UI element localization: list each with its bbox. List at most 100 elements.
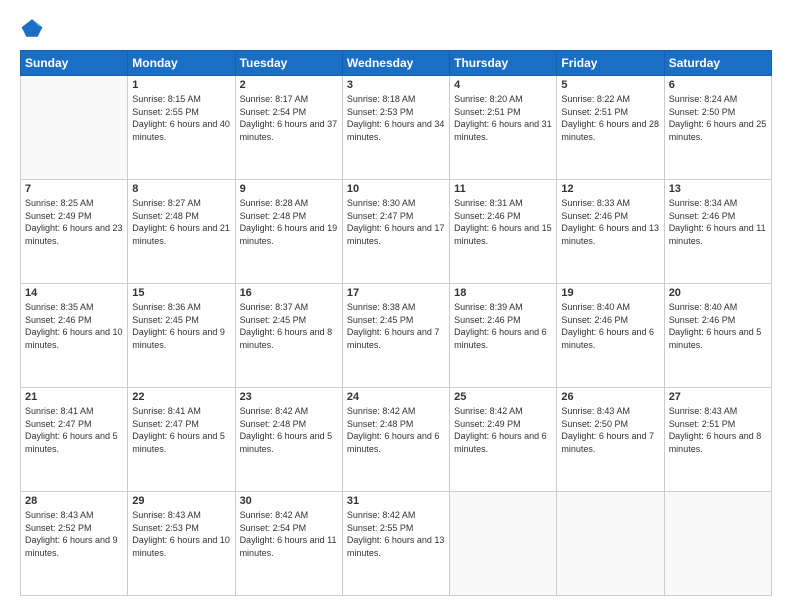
day-info: Sunrise: 8:41 AMSunset: 2:47 PMDaylight:… [132, 405, 230, 455]
day-number: 2 [240, 79, 338, 91]
weekday-header-sunday: Sunday [21, 51, 128, 76]
day-number: 18 [454, 287, 552, 299]
day-number: 7 [25, 183, 123, 195]
day-info: Sunrise: 8:17 AMSunset: 2:54 PMDaylight:… [240, 93, 338, 143]
day-number: 1 [132, 79, 230, 91]
day-info: Sunrise: 8:31 AMSunset: 2:46 PMDaylight:… [454, 197, 552, 247]
day-cell: 17 Sunrise: 8:38 AMSunset: 2:45 PMDayligh… [342, 284, 449, 388]
day-info: Sunrise: 8:43 AMSunset: 2:50 PMDaylight:… [561, 405, 659, 455]
day-info: Sunrise: 8:43 AMSunset: 2:52 PMDaylight:… [25, 509, 123, 559]
page: SundayMondayTuesdayWednesdayThursdayFrid… [0, 0, 792, 612]
week-row-3: 14Sunrise: 8:35 AMSunset: 2:46 PMDayligh… [21, 284, 772, 388]
day-number: 24 [347, 391, 445, 403]
day-number: 28 [25, 495, 123, 507]
weekday-header-monday: Monday [128, 51, 235, 76]
day-cell: 9 Sunrise: 8:28 AMSunset: 2:48 PMDaylight… [235, 180, 342, 284]
day-info: Sunrise: 8:42 AMSunset: 2:55 PMDaylight:… [347, 509, 445, 559]
day-cell: 16 Sunrise: 8:37 AMSunset: 2:45 PMDayligh… [235, 284, 342, 388]
day-info: Sunrise: 8:43 AMSunset: 2:51 PMDaylight:… [669, 405, 767, 455]
day-number: 10 [347, 183, 445, 195]
day-info: Sunrise: 8:33 AMSunset: 2:46 PMDaylight:… [561, 197, 659, 247]
day-cell [450, 492, 557, 596]
day-number: 12 [561, 183, 659, 195]
weekday-header-saturday: Saturday [664, 51, 771, 76]
day-info: Sunrise: 8:25 AMSunset: 2:49 PMDaylight:… [25, 197, 123, 247]
day-number: 26 [561, 391, 659, 403]
day-cell: 18 Sunrise: 8:39 AMSunset: 2:46 PMDayligh… [450, 284, 557, 388]
day-number: 15 [132, 287, 230, 299]
day-cell: 5Sunrise: 8:22 AMSunset: 2:51 PMDaylight… [557, 76, 664, 180]
day-cell: 23 Sunrise: 8:42 AMSunset: 2:48 PMDayligh… [235, 388, 342, 492]
day-number: 13 [669, 183, 767, 195]
day-info: Sunrise: 8:36 AMSunset: 2:45 PMDaylight:… [132, 301, 230, 351]
day-info: Sunrise: 8:41 AMSunset: 2:47 PMDaylight:… [25, 405, 123, 455]
day-info: Sunrise: 8:18 AMSunset: 2:53 PMDaylight:… [347, 93, 445, 143]
day-cell: 29Sunrise: 8:43 AMSunset: 2:53 PMDayligh… [128, 492, 235, 596]
weekday-header-tuesday: Tuesday [235, 51, 342, 76]
day-info: Sunrise: 8:30 AMSunset: 2:47 PMDaylight:… [347, 197, 445, 247]
day-cell [664, 492, 771, 596]
day-number: 16 [240, 287, 338, 299]
day-cell: 21 Sunrise: 8:41 AMSunset: 2:47 PMDayligh… [21, 388, 128, 492]
day-number: 17 [347, 287, 445, 299]
weekday-header-friday: Friday [557, 51, 664, 76]
day-number: 3 [347, 79, 445, 91]
calendar-table: SundayMondayTuesdayWednesdayThursdayFrid… [20, 50, 772, 596]
day-number: 20 [669, 287, 767, 299]
day-cell [557, 492, 664, 596]
weekday-header-thursday: Thursday [450, 51, 557, 76]
day-number: 27 [669, 391, 767, 403]
day-info: Sunrise: 8:42 AMSunset: 2:54 PMDaylight:… [240, 509, 338, 559]
day-number: 21 [25, 391, 123, 403]
day-number: 29 [132, 495, 230, 507]
day-cell: 27 Sunrise: 8:43 AMSunset: 2:51 PMDayligh… [664, 388, 771, 492]
day-number: 11 [454, 183, 552, 195]
day-info: Sunrise: 8:38 AMSunset: 2:45 PMDaylight:… [347, 301, 445, 351]
day-number: 9 [240, 183, 338, 195]
day-number: 8 [132, 183, 230, 195]
day-info: Sunrise: 8:42 AMSunset: 2:48 PMDaylight:… [240, 405, 338, 455]
day-number: 5 [561, 79, 659, 91]
day-info: Sunrise: 8:40 AMSunset: 2:46 PMDaylight:… [561, 301, 659, 351]
day-cell: 13 Sunrise: 8:34 AMSunset: 2:46 PMDayligh… [664, 180, 771, 284]
day-cell: 8 Sunrise: 8:27 AMSunset: 2:48 PMDaylight… [128, 180, 235, 284]
logo [20, 16, 48, 40]
week-row-2: 7 Sunrise: 8:25 AMSunset: 2:49 PMDaylight… [21, 180, 772, 284]
day-number: 30 [240, 495, 338, 507]
day-info: Sunrise: 8:34 AMSunset: 2:46 PMDaylight:… [669, 197, 767, 247]
day-cell: 15 Sunrise: 8:36 AMSunset: 2:45 PMDayligh… [128, 284, 235, 388]
day-cell: 24Sunrise: 8:42 AMSunset: 2:48 PMDayligh… [342, 388, 449, 492]
day-cell: 20 Sunrise: 8:40 AMSunset: 2:46 PMDayligh… [664, 284, 771, 388]
day-number: 25 [454, 391, 552, 403]
day-info: Sunrise: 8:15 AMSunset: 2:55 PMDaylight:… [132, 93, 230, 143]
day-cell: 14Sunrise: 8:35 AMSunset: 2:46 PMDayligh… [21, 284, 128, 388]
day-info: Sunrise: 8:40 AMSunset: 2:46 PMDaylight:… [669, 301, 767, 351]
day-info: Sunrise: 8:35 AMSunset: 2:46 PMDaylight:… [25, 301, 123, 351]
day-cell: 19 Sunrise: 8:40 AMSunset: 2:46 PMDayligh… [557, 284, 664, 388]
week-row-1: 1 Sunrise: 8:15 AMSunset: 2:55 PMDaylight… [21, 76, 772, 180]
day-cell: 11 Sunrise: 8:31 AMSunset: 2:46 PMDayligh… [450, 180, 557, 284]
day-info: Sunrise: 8:20 AMSunset: 2:51 PMDaylight:… [454, 93, 552, 143]
day-info: Sunrise: 8:37 AMSunset: 2:45 PMDaylight:… [240, 301, 338, 351]
weekday-header-wednesday: Wednesday [342, 51, 449, 76]
day-info: Sunrise: 8:27 AMSunset: 2:48 PMDaylight:… [132, 197, 230, 247]
day-cell: 3 Sunrise: 8:18 AMSunset: 2:53 PMDaylight… [342, 76, 449, 180]
day-cell: 22 Sunrise: 8:41 AMSunset: 2:47 PMDayligh… [128, 388, 235, 492]
day-number: 22 [132, 391, 230, 403]
logo-icon [20, 16, 44, 40]
day-cell: 4Sunrise: 8:20 AMSunset: 2:51 PMDaylight… [450, 76, 557, 180]
day-cell: 30 Sunrise: 8:42 AMSunset: 2:54 PMDayligh… [235, 492, 342, 596]
week-row-4: 21 Sunrise: 8:41 AMSunset: 2:47 PMDayligh… [21, 388, 772, 492]
day-info: Sunrise: 8:28 AMSunset: 2:48 PMDaylight:… [240, 197, 338, 247]
day-info: Sunrise: 8:42 AMSunset: 2:49 PMDaylight:… [454, 405, 552, 455]
day-cell: 12 Sunrise: 8:33 AMSunset: 2:46 PMDayligh… [557, 180, 664, 284]
day-cell: 28 Sunrise: 8:43 AMSunset: 2:52 PMDayligh… [21, 492, 128, 596]
weekday-header-row: SundayMondayTuesdayWednesdayThursdayFrid… [21, 51, 772, 76]
day-cell: 2 Sunrise: 8:17 AMSunset: 2:54 PMDaylight… [235, 76, 342, 180]
day-cell: 7 Sunrise: 8:25 AMSunset: 2:49 PMDaylight… [21, 180, 128, 284]
day-cell: 31Sunrise: 8:42 AMSunset: 2:55 PMDayligh… [342, 492, 449, 596]
day-number: 23 [240, 391, 338, 403]
day-info: Sunrise: 8:39 AMSunset: 2:46 PMDaylight:… [454, 301, 552, 351]
day-number: 19 [561, 287, 659, 299]
day-cell [21, 76, 128, 180]
